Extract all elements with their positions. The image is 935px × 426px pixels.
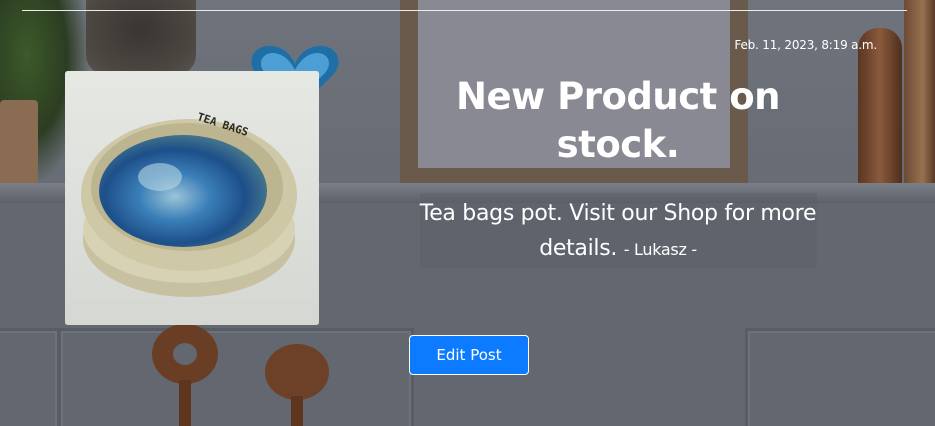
post-title: New Product on stock. — [456, 75, 781, 166]
post-author: - Lukasz - — [623, 240, 697, 259]
wooden-spoon-decoration-icon — [152, 324, 218, 426]
post-excerpt-text: Tea bags pot. Visit our Shop for more de… — [419, 201, 817, 261]
bowl-image-icon: TEA BAGS — [65, 71, 319, 325]
wooden-ladle-decoration-icon — [265, 344, 329, 426]
post-excerpt: Tea bags pot. Visit our Shop for more de… — [412, 196, 824, 267]
coffee-jar-decoration — [86, 0, 196, 75]
post-image: TEA BAGS — [65, 71, 319, 325]
post-detail-page: TEA BAGS Feb. 11, 2023, 8:19 a.m. New Pr… — [0, 0, 935, 426]
salt-mill-decoration — [904, 0, 935, 186]
post-date: Feb. 11, 2023, 8:19 a.m. — [734, 38, 877, 52]
top-divider — [22, 10, 907, 11]
plant-pot-decoration — [0, 100, 38, 185]
edit-post-button[interactable]: Edit Post — [409, 335, 529, 375]
